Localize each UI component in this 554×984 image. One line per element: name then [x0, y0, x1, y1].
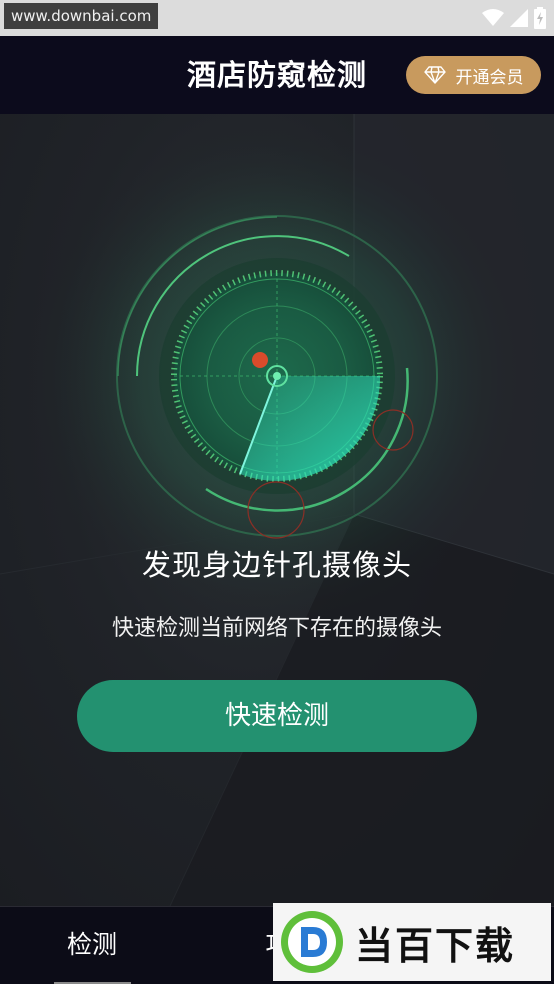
watermark-url: www.downbai.com — [4, 3, 159, 29]
app-screen: www.downbai.com 酒店防窥检测 开通会员 发现身边针孔摄像头 快速… — [0, 0, 554, 984]
vip-button-label: 开通会员 — [455, 67, 524, 88]
vip-button[interactable]: 开通会员 — [406, 56, 541, 94]
quick-detect-button[interactable]: 快速检测 — [77, 680, 477, 752]
main-area: 发现身边针孔摄像头 快速检测当前网络下存在的摄像头 快速检测 — [0, 114, 554, 906]
subtitle: 快速检测当前网络下存在的摄像头 — [111, 616, 442, 641]
app-header: 酒店防窥检测 开通会员 — [0, 36, 554, 114]
radar-scanner — [27, 126, 527, 626]
diamond-icon — [423, 66, 446, 84]
site-logo-text: 当百下载 — [355, 923, 516, 968]
detected-dot — [252, 352, 268, 368]
d-logo-icon — [281, 911, 343, 973]
signal-icon — [510, 9, 528, 27]
status-icons — [482, 6, 546, 30]
site-logo-watermark: 当百下载 — [273, 903, 551, 981]
status-bar: www.downbai.com — [0, 0, 554, 36]
tab-detect[interactable]: 检测 — [40, 907, 144, 984]
wifi-icon — [482, 9, 504, 26]
battery-charging-icon — [534, 7, 546, 29]
headline: 发现身边针孔摄像头 — [141, 548, 412, 582]
